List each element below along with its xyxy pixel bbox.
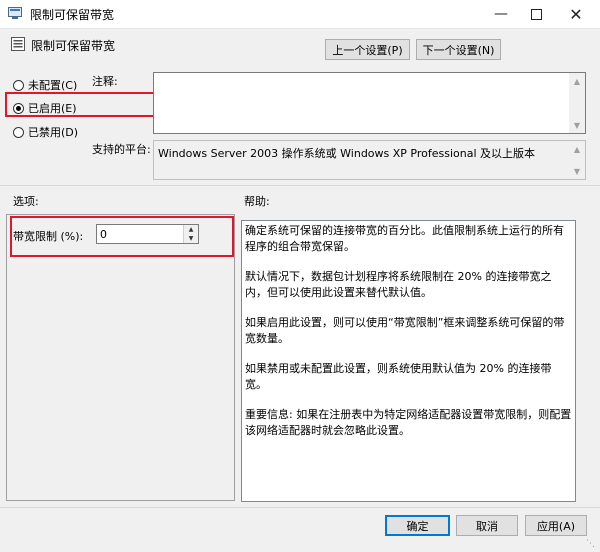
resize-grip-icon[interactable]: ⋱ (586, 538, 598, 550)
maximize-button[interactable] (516, 0, 556, 28)
platform-field: Windows Server 2003 操作系统或 Windows XP Pro… (153, 140, 586, 180)
minimize-icon: — (494, 6, 508, 22)
radio-label: 未配置(C) (28, 79, 78, 92)
scroll-down-icon: ▼ (573, 166, 581, 176)
help-text: 确定系统可保留的连接带宽的百分比。此值限制系统上运行的所有程序的组合带宽保留。 … (245, 223, 573, 453)
platform-scrollbar[interactable]: ▲ ▼ (569, 141, 585, 179)
radio-circle (13, 79, 24, 91)
window-title: 限制可保留带宽 (30, 8, 115, 22)
highlight-box-bandwidth (10, 216, 234, 257)
previous-setting-button[interactable]: 上一个设置(P) (325, 39, 410, 60)
highlight-box-enabled (5, 92, 176, 117)
comment-label: 注释: (92, 75, 118, 88)
cancel-button[interactable]: 取消 (456, 515, 518, 536)
comment-textarea[interactable]: ▲ ▼ (153, 72, 586, 134)
radio-not-configured[interactable]: 未配置(C) (13, 77, 77, 93)
setting-icon (11, 37, 25, 51)
platform-value: Windows Server 2003 操作系统或 Windows XP Pro… (158, 147, 536, 160)
close-button[interactable]: ✕ (556, 0, 596, 28)
options-panel (6, 214, 235, 501)
apply-button[interactable]: 应用(A) (525, 515, 587, 536)
help-paragraph: 如果禁用或未配置此设置，则系统使用默认值为 20% 的连接带宽。 (245, 362, 552, 391)
help-panel[interactable]: 确定系统可保留的连接带宽的百分比。此值限制系统上运行的所有程序的组合带宽保留。 … (241, 220, 576, 502)
radio-disabled[interactable]: 已禁用(D) (13, 124, 78, 140)
platform-label: 支持的平台: (92, 143, 151, 156)
help-paragraph: 重要信息: 如果在注册表中为特定网络适配器设置带宽限制，则配置该网络适配器时就会… (245, 408, 572, 437)
setting-title: 限制可保留带宽 (31, 39, 116, 53)
help-heading: 帮助: (244, 195, 270, 208)
divider (0, 185, 600, 186)
policy-icon (8, 7, 22, 19)
radio-circle (13, 126, 24, 138)
options-heading: 选项: (13, 195, 39, 208)
help-paragraph: 如果启用此设置，则可以使用“带宽限制”框来调整系统可保留的带宽数量。 (245, 316, 565, 345)
close-icon: ✕ (569, 4, 583, 24)
radio-label: 已禁用(D) (28, 126, 79, 139)
footer-divider (0, 507, 600, 508)
minimize-button[interactable]: — (481, 0, 521, 28)
scroll-down-icon: ▼ (573, 120, 581, 130)
help-paragraph: 确定系统可保留的连接带宽的百分比。此值限制系统上运行的所有程序的组合带宽保留。 (245, 224, 564, 253)
help-paragraph: 默认情况下，数据包计划程序将系统限制在 20% 的连接带宽之内，但可以使用此设置… (245, 270, 552, 299)
ok-button[interactable]: 确定 (385, 515, 450, 536)
scroll-up-icon: ▲ (573, 144, 581, 154)
comment-scrollbar[interactable]: ▲ ▼ (569, 73, 585, 133)
next-setting-button[interactable]: 下一个设置(N) (416, 39, 501, 60)
scroll-up-icon: ▲ (573, 76, 581, 86)
title-bar: 限制可保留带宽 — ✕ (0, 0, 600, 29)
maximize-icon (530, 8, 542, 20)
